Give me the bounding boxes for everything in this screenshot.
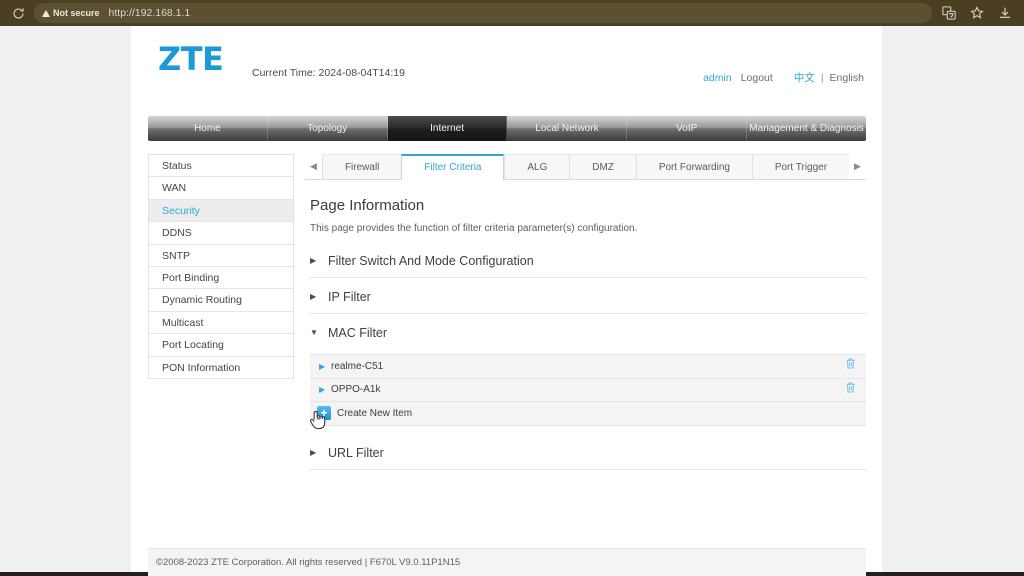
copyright-text: ©2008-2023 ZTE Corporation. All rights r… <box>156 557 461 568</box>
sidebar: Status WAN Security DDNS SNTP Port Bindi… <box>148 154 294 379</box>
section-header: ▶ URL Filter <box>310 446 866 460</box>
browser-action-icons <box>942 6 1016 20</box>
section-url-filter[interactable]: ▶ URL Filter <box>310 446 866 470</box>
section-ip-filter[interactable]: ▶ IP Filter <box>310 290 866 314</box>
mac-filter-item-label: realme-C51 <box>331 360 384 372</box>
create-new-item-row[interactable]: + Create New Item <box>310 402 866 426</box>
sidebar-item-dynamic-routing[interactable]: Dynamic Routing <box>149 289 293 312</box>
page-footer: ©2008-2023 ZTE Corporation. All rights r… <box>148 548 866 576</box>
not-secure-badge[interactable]: Not secure <box>42 8 100 18</box>
page-description: This page provides the function of filte… <box>310 223 638 234</box>
chevron-right-icon[interactable]: ▶ <box>849 154 866 179</box>
trash-icon[interactable] <box>845 357 856 375</box>
table-row[interactable]: ▶ OPPO-A1k <box>310 378 866 402</box>
section-header: ▶ Filter Switch And Mode Configuration <box>310 254 866 268</box>
tab-strip: ◀ Firewall Filter Criteria ALG DMZ Port … <box>305 154 866 180</box>
nav-item-home[interactable]: Home <box>148 116 268 141</box>
address-bar[interactable]: Not secure http://192.168.1.1 <box>34 3 932 23</box>
table-row[interactable]: ▶ realme-C51 <box>310 355 866 379</box>
sidebar-item-ddns[interactable]: DDNS <box>149 222 293 245</box>
section-label: IP Filter <box>328 290 371 304</box>
tab-alg[interactable]: ALG <box>504 154 570 179</box>
nav-item-management-diagnosis[interactable]: Management & Diagnosis <box>747 116 866 141</box>
caret-right-icon: ▶ <box>310 256 317 265</box>
section-label: MAC Filter <box>328 326 388 340</box>
header-links: admin Logout 中文 | English <box>703 70 864 85</box>
download-icon[interactable] <box>998 6 1012 20</box>
not-secure-label: Not secure <box>53 8 100 18</box>
bookmark-star-icon[interactable] <box>970 6 984 20</box>
page-header: ZTE Current Time: 2024-08-04T14:19 admin… <box>131 26 882 88</box>
reload-icon[interactable] <box>8 3 28 23</box>
tab-filter-criteria[interactable]: Filter Criteria <box>401 154 505 180</box>
browser-toolbar: Not secure http://192.168.1.1 <box>0 0 1024 26</box>
language-separator: | <box>820 71 824 84</box>
caret-right-icon: ▶ <box>310 292 317 301</box>
create-new-item-label: Create New Item <box>337 407 413 419</box>
main-navigation: Home Topology Internet Local Network VoI… <box>148 116 866 141</box>
tab-port-trigger[interactable]: Port Trigger <box>751 154 850 179</box>
current-time-label: Current Time: 2024-08-04T14:19 <box>252 67 405 79</box>
chevron-left-icon[interactable]: ◀ <box>305 154 322 179</box>
caret-down-icon: ▼ <box>310 328 318 337</box>
section-label: URL Filter <box>328 445 384 460</box>
language-switcher: 中文 | English <box>794 70 864 85</box>
tab-dmz[interactable]: DMZ <box>569 154 636 179</box>
url-text: http://192.168.1.1 <box>108 7 191 19</box>
content-area: ◀ Firewall Filter Criteria ALG DMZ Port … <box>305 154 866 482</box>
sidebar-item-multicast[interactable]: Multicast <box>149 312 293 335</box>
sidebar-item-sntp[interactable]: SNTP <box>149 245 293 267</box>
mac-filter-item-label: OPPO-A1k <box>331 384 381 396</box>
sidebar-item-port-binding[interactable]: Port Binding <box>149 267 293 290</box>
section-filter-switch-mode[interactable]: ▶ Filter Switch And Mode Configuration <box>310 254 866 278</box>
sidebar-item-pon-information[interactable]: PON Information <box>149 357 293 379</box>
sidebar-item-port-locating[interactable]: Port Locating <box>149 334 293 357</box>
page-title: Page Information <box>310 197 425 214</box>
admin-user-link[interactable]: admin <box>703 72 732 84</box>
caret-right-icon[interactable]: ▶ <box>319 362 331 371</box>
section-label: Filter Switch And Mode Configuration <box>328 254 534 268</box>
mac-filter-list: ▶ realme-C51 ▶ OPPO-A1k + Create New Ite… <box>310 354 866 426</box>
sidebar-item-status[interactable]: Status <box>149 155 293 178</box>
tab-firewall[interactable]: Firewall <box>322 154 402 179</box>
translate-icon[interactable] <box>942 6 956 20</box>
caret-right-icon[interactable]: ▶ <box>319 385 331 394</box>
trash-icon[interactable] <box>845 381 856 399</box>
router-admin-page: ZTE Current Time: 2024-08-04T14:19 admin… <box>131 26 882 576</box>
section-header-mac-filter[interactable]: ▼ MAC Filter <box>310 326 866 340</box>
page-body: Status WAN Security DDNS SNTP Port Bindi… <box>148 154 866 544</box>
nav-item-internet[interactable]: Internet <box>387 116 508 141</box>
section-header: ▶ IP Filter <box>310 290 866 304</box>
tab-port-forwarding[interactable]: Port Forwarding <box>635 154 752 179</box>
sidebar-item-wan[interactable]: WAN <box>149 177 293 200</box>
language-chinese-link[interactable]: 中文 <box>794 70 815 85</box>
nav-item-topology[interactable]: Topology <box>268 116 388 141</box>
plus-icon[interactable]: + <box>317 406 331 421</box>
language-english-link[interactable]: English <box>830 72 864 84</box>
logout-link[interactable]: Logout <box>741 72 773 84</box>
warning-triangle-icon <box>42 9 50 17</box>
section-mac-filter: ▼ MAC Filter ▶ realme-C51 ▶ OPPO-A1k + C… <box>310 326 866 444</box>
zte-logo: ZTE <box>158 40 224 78</box>
nav-item-voip[interactable]: VoIP <box>627 116 748 141</box>
filter-criteria-panel: Page Information This page provides the … <box>305 180 866 470</box>
nav-item-local-network[interactable]: Local Network <box>507 116 628 141</box>
caret-right-icon: ▶ <box>310 447 317 457</box>
sidebar-item-security[interactable]: Security <box>149 199 293 223</box>
